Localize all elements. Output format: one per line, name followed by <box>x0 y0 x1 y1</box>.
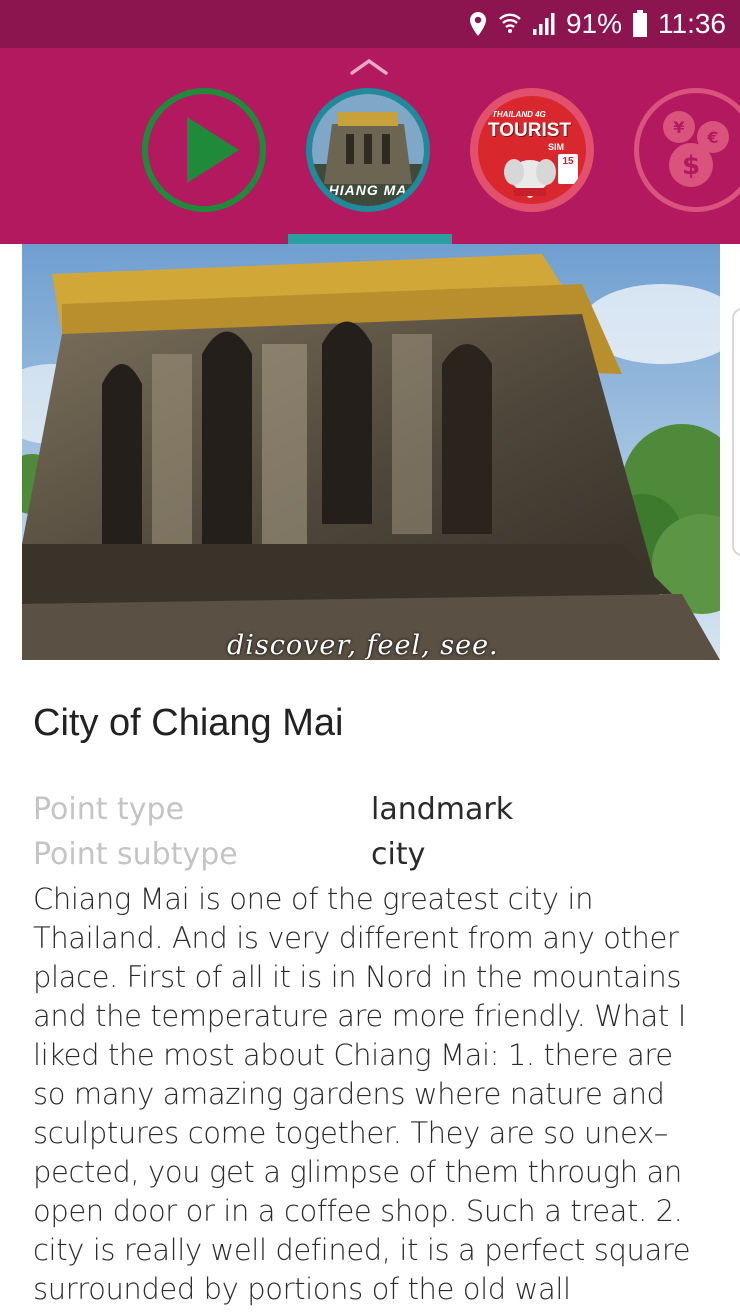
play-button[interactable] <box>142 88 266 212</box>
chevron-up-icon[interactable] <box>349 56 389 76</box>
property-row-point-subtype: Point subtype city <box>33 837 425 872</box>
battery-icon <box>632 10 648 38</box>
property-row-point-type: Point type landmark <box>33 792 513 827</box>
status-bar: 91% 11:36 <box>0 0 740 48</box>
tourist-sim-image: THAILAND 4G TOURIST SIM 15 <box>478 96 586 204</box>
property-value: landmark <box>371 792 514 827</box>
property-label: Point subtype <box>33 837 238 872</box>
elephant-icon <box>504 159 556 198</box>
play-icon <box>187 117 239 183</box>
temple-photo <box>22 244 720 660</box>
property-value: city <box>371 837 426 872</box>
selected-tab-indicator <box>288 234 452 244</box>
tourist-sim-thumbnail[interactable]: THAILAND 4G TOURIST SIM 15 <box>470 88 594 212</box>
currency-icon: ¥ € $ <box>663 111 729 187</box>
currency-exchange-button[interactable]: ¥ € $ <box>634 88 740 212</box>
svg-text:$: $ <box>682 151 700 181</box>
svg-text:¥: ¥ <box>673 118 684 137</box>
hero-image: discover, feel, see. <box>22 244 720 660</box>
tourist-sim-title: TOURIST <box>488 120 572 141</box>
battery-percent: 91% <box>565 8 622 39</box>
category-carousel: HIANG MA THAILAND 4G TOURIST SIM 15 ¥ € … <box>0 48 740 244</box>
wifi-icon <box>498 11 522 37</box>
chiang-mai-thumbnail[interactable]: HIANG MA <box>306 88 430 212</box>
tourist-sim-small-text: THAILAND 4G <box>492 110 546 119</box>
page-title: City of Chiang Mai <box>33 702 344 744</box>
tourist-sim-subtitle: SIM <box>548 142 565 152</box>
hero-caption: discover, feel, see. <box>227 630 499 660</box>
location-icon <box>468 11 488 37</box>
clock: 11:36 <box>658 8 726 39</box>
tourist-sim-badge: 15 <box>558 154 578 184</box>
svg-text:€: € <box>706 128 718 147</box>
side-drawer-handle[interactable] <box>732 308 740 556</box>
property-label: Point type <box>33 792 185 827</box>
chiang-mai-thumbnail-label: HIANG MA <box>328 182 408 198</box>
signal-icon <box>532 12 556 36</box>
point-description: Chiang Mai is one of the greatest city i… <box>33 882 691 1306</box>
